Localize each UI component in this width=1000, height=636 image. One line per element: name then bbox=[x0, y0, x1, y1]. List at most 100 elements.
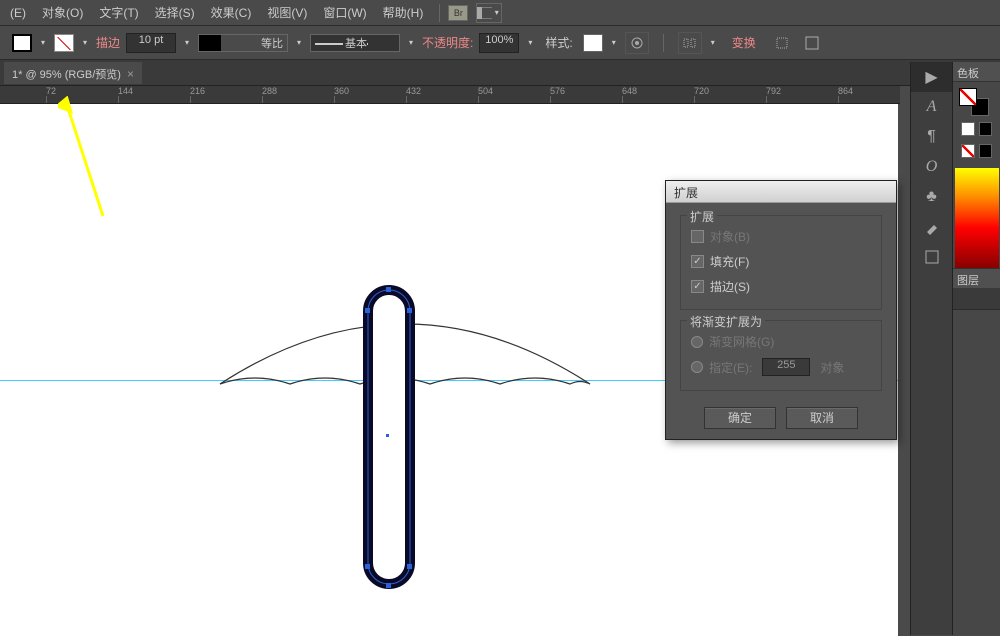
width-profile-dropdown[interactable]: 等比 bbox=[198, 34, 288, 52]
umbrella-artwork[interactable] bbox=[210, 284, 600, 636]
gradient-fieldset: 将渐变扩展为 渐变网格(G) 指定(E): 255 对象 bbox=[680, 320, 882, 391]
color-mode-swatch[interactable] bbox=[979, 144, 993, 158]
bridge-button[interactable]: Br bbox=[448, 5, 468, 21]
layout-button[interactable]: ▾ bbox=[476, 3, 502, 23]
chevron-down-icon[interactable]: ▾ bbox=[38, 38, 48, 48]
gradient-legend: 将渐变扩展为 bbox=[687, 313, 765, 330]
color-spectrum[interactable] bbox=[955, 168, 999, 268]
layers-panel-header[interactable]: 图层 bbox=[953, 268, 1000, 288]
ruler-tick: 792 bbox=[766, 86, 781, 96]
mesh-radio bbox=[691, 336, 703, 348]
specify-radio bbox=[691, 361, 703, 373]
swatches-panel-header[interactable]: 色板 bbox=[953, 62, 1000, 82]
symbols-panel-icon[interactable]: ♣ bbox=[911, 182, 952, 212]
ruler-tick: 504 bbox=[478, 86, 493, 96]
chevron-down-icon: ▾ bbox=[492, 8, 501, 18]
mask-icon bbox=[805, 36, 819, 50]
menu-object[interactable]: 对象(O) bbox=[34, 0, 91, 25]
color-mode-gradient[interactable] bbox=[979, 122, 993, 136]
menu-help[interactable]: 帮助(H) bbox=[375, 0, 432, 25]
menu-select[interactable]: 选择(S) bbox=[147, 0, 203, 25]
opentype-panel-icon[interactable]: O bbox=[911, 152, 952, 182]
fill-swatch[interactable] bbox=[12, 34, 32, 52]
ruler-tick: 648 bbox=[622, 86, 637, 96]
expand-legend: 扩展 bbox=[687, 208, 717, 225]
align-button[interactable] bbox=[678, 32, 702, 54]
chevron-down-icon[interactable]: ▾ bbox=[406, 38, 416, 48]
play-panel-icon[interactable]: ▶ bbox=[911, 62, 952, 92]
fill-checkbox-label: 填充(F) bbox=[710, 253, 749, 270]
chevron-down-icon[interactable]: ▾ bbox=[525, 38, 535, 48]
fill-color-swatch[interactable] bbox=[959, 88, 977, 106]
right-dock: ▶ A ¶ O ♣ 色板 图层 bbox=[910, 62, 1000, 635]
transform-link[interactable]: 变换 bbox=[724, 34, 764, 51]
brush-profile-dropdown[interactable]: 基本 bbox=[310, 34, 400, 52]
type-panel-icon[interactable]: A bbox=[911, 92, 952, 122]
dialog-title[interactable]: 扩展 bbox=[666, 181, 896, 203]
color-swatches-panel bbox=[953, 82, 1000, 166]
brush-icon bbox=[924, 219, 940, 235]
chevron-down-icon[interactable]: ▾ bbox=[609, 38, 619, 48]
stroke-weight-input[interactable]: 10 pt bbox=[126, 33, 176, 53]
document-title: 1* @ 95% (RGB/预览) bbox=[12, 66, 121, 82]
chevron-down-icon[interactable]: ▾ bbox=[80, 38, 90, 48]
color-mode-solid[interactable] bbox=[961, 122, 975, 136]
isolate-button[interactable] bbox=[770, 32, 794, 54]
menu-effect[interactable]: 效果(C) bbox=[203, 0, 260, 25]
artboard-icon bbox=[924, 249, 940, 265]
document-tab-bar: 1* @ 95% (RGB/预览) × bbox=[0, 60, 1000, 86]
cancel-button[interactable]: 取消 bbox=[786, 407, 858, 429]
object-checkbox bbox=[691, 230, 704, 243]
style-label: 样式: bbox=[541, 34, 576, 51]
ruler-tick: 144 bbox=[118, 86, 133, 96]
fill-checkbox[interactable] bbox=[691, 255, 704, 268]
specify-radio-label: 指定(E): bbox=[709, 359, 752, 376]
ruler-tick: 360 bbox=[334, 86, 349, 96]
style-swatch[interactable] bbox=[583, 34, 603, 52]
ruler-tick: 576 bbox=[550, 86, 565, 96]
opacity-label: 不透明度: bbox=[422, 34, 473, 51]
layout-icon bbox=[477, 7, 492, 19]
ok-button[interactable]: 确定 bbox=[704, 407, 776, 429]
fill-stroke-swatches[interactable] bbox=[959, 88, 989, 116]
ruler-tick: 72 bbox=[46, 86, 56, 96]
chevron-down-icon[interactable]: ▾ bbox=[708, 38, 718, 48]
ruler-tick: 432 bbox=[406, 86, 421, 96]
document-tab[interactable]: 1* @ 95% (RGB/预览) × bbox=[4, 62, 142, 84]
menu-edit[interactable]: (E) bbox=[2, 2, 34, 24]
ruler-tick: 288 bbox=[262, 86, 277, 96]
recolor-button[interactable] bbox=[625, 32, 649, 54]
opacity-input[interactable]: 100% bbox=[479, 33, 519, 53]
panels-column: 色板 图层 bbox=[952, 62, 1000, 635]
options-separator bbox=[663, 34, 664, 52]
specify-unit: 对象 bbox=[820, 359, 844, 376]
stroke-label: 描边 bbox=[96, 34, 120, 51]
stroke-checkbox[interactable] bbox=[691, 280, 704, 293]
menu-separator bbox=[439, 4, 440, 22]
stroke-checkbox-label: 描边(S) bbox=[710, 278, 750, 295]
close-tab-icon[interactable]: × bbox=[127, 67, 134, 81]
brushes-panel-icon[interactable] bbox=[911, 212, 952, 242]
layer-row[interactable] bbox=[953, 288, 1000, 310]
object-checkbox-label: 对象(B) bbox=[710, 228, 750, 245]
paragraph-panel-icon[interactable]: ¶ bbox=[911, 122, 952, 152]
menu-window[interactable]: 窗口(W) bbox=[315, 0, 374, 25]
horizontal-ruler[interactable]: 72144216288360432504576648720792864936 bbox=[0, 86, 900, 104]
menu-view[interactable]: 视图(V) bbox=[259, 0, 315, 25]
isolate-mask-button[interactable] bbox=[800, 32, 824, 54]
menu-text[interactable]: 文字(T) bbox=[91, 0, 146, 25]
stroke-swatch[interactable] bbox=[54, 34, 74, 52]
expand-fieldset: 扩展 对象(B) 填充(F) 描边(S) bbox=[680, 215, 882, 310]
mesh-radio-label: 渐变网格(G) bbox=[709, 333, 774, 350]
specify-input: 255 bbox=[762, 358, 810, 376]
artboards-panel-icon[interactable] bbox=[911, 242, 952, 272]
menu-bar: (E) 对象(O) 文字(T) 选择(S) 效果(C) 视图(V) 窗口(W) … bbox=[0, 0, 1000, 26]
expand-dialog: 扩展 扩展 对象(B) 填充(F) 描边(S) 将渐变扩展为 渐变网格(G) bbox=[665, 180, 897, 440]
align-icon bbox=[683, 36, 697, 50]
ruler-tick: 864 bbox=[838, 86, 853, 96]
ruler-tick: 216 bbox=[190, 86, 205, 96]
chevron-down-icon[interactable]: ▾ bbox=[294, 38, 304, 48]
chevron-down-icon[interactable]: ▾ bbox=[182, 38, 192, 48]
color-mode-none[interactable] bbox=[961, 144, 975, 158]
options-bar: ▾ ▾ 描边 10 pt ▾ 等比 ▾ 基本 ▾ 不透明度: 100% ▾ 样式… bbox=[0, 26, 1000, 60]
